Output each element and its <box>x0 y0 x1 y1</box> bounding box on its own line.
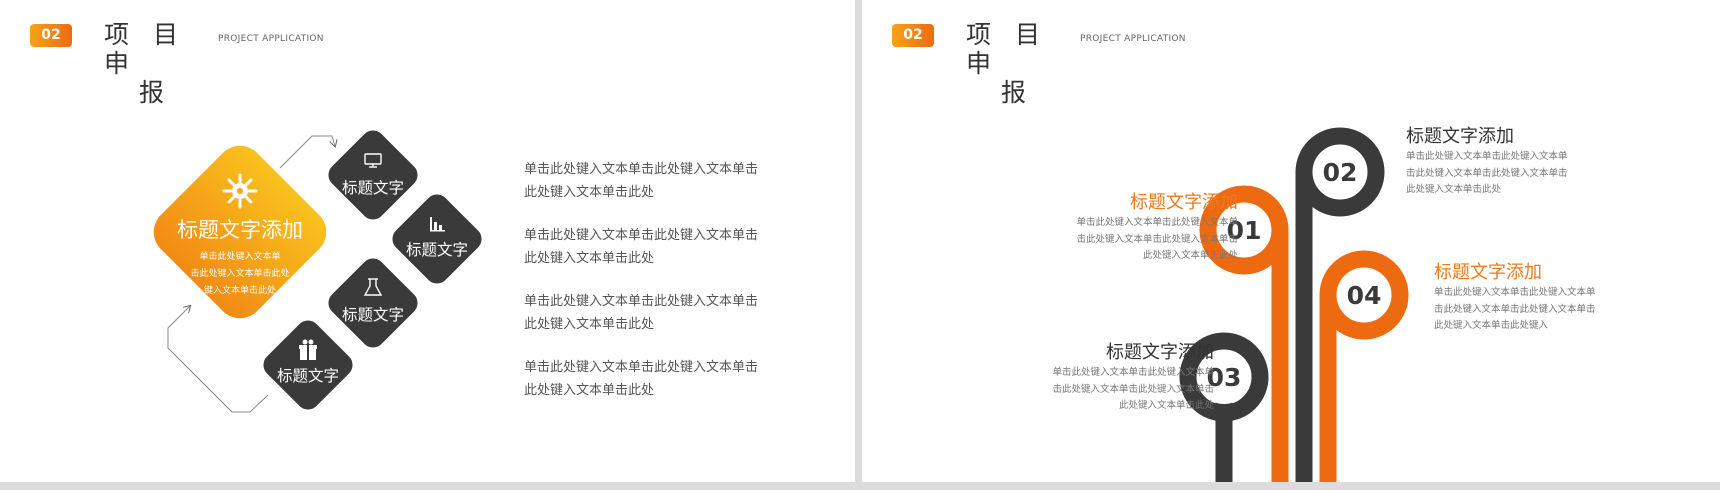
paragraph-3: 单击此处键入文本单击此处键入文本单击此处键入文本单击此处 <box>524 294 759 332</box>
slide-left: 02 项 目 申 报 PROJECT APPLICATION 标题文字添加 单击… <box>0 0 855 482</box>
tree-diagram: 03 01 02 04 <box>1179 127 1409 482</box>
item-03-body: 单击此处键入文本单击此处键入文本单击此处键入文本单击此处键入文本单击此处键入文本… <box>1052 367 1214 411</box>
item-01-title: 标题文字添加 <box>1130 192 1238 213</box>
svg-text:标题文字: 标题文字 <box>342 179 404 197</box>
main-diamond-line-3: 键入文本单击此处 <box>204 284 276 296</box>
paragraph-2: 单击此处键入文本单击此处键入文本单击此处键入文本单击此处 <box>524 228 759 266</box>
item-03-title: 标题文字添加 <box>1106 342 1214 363</box>
small-diamond-1: 标题文字 <box>328 130 418 220</box>
slide-right: 02 项 目 申 报 PROJECT APPLICATION 03 01 02 <box>862 0 1720 482</box>
paragraph-4: 单击此处键入文本单击此处键入文本单击此处键入文本单击此处 <box>524 360 759 398</box>
main-diamond-line-1: 单击此处键入文本单 <box>199 250 280 262</box>
virus-gear-icon <box>222 173 258 209</box>
item-04-title: 标题文字添加 <box>1434 262 1542 283</box>
small-diamond-3: 标题文字 <box>328 258 418 348</box>
small-diamond-4: 标题文字 <box>263 320 353 410</box>
paragraph-1: 单击此处键入文本单击此处键入文本单击此处键入文本单击此处 <box>524 162 759 200</box>
svg-text:标题文字: 标题文字 <box>406 241 468 259</box>
svg-text:标题文字: 标题文字 <box>342 306 404 324</box>
small-diamond-2: 标题文字 <box>392 194 482 284</box>
svg-text:标题文字: 标题文字 <box>277 367 339 385</box>
main-diamond-line-2: 击此处键入文本单击此处 <box>190 267 289 279</box>
node-04: 04 <box>1319 250 1409 482</box>
item-02-title: 标题文字添加 <box>1406 126 1514 147</box>
main-diamond-title: 标题文字添加 <box>177 218 303 242</box>
connector-arrow-bottom <box>167 306 269 413</box>
svg-text:04: 04 <box>1347 281 1382 310</box>
item-02-body: 单击此处键入文本单击此处键入文本单击此处键入文本单击此处键入文本单击此处键入文本… <box>1406 151 1568 195</box>
svg-text:02: 02 <box>1323 158 1358 187</box>
item-04-body: 单击此处键入文本单击此处键入文本单击此处键入文本单击此处键入文本单击此处键入文本… <box>1434 287 1596 331</box>
item-01-body: 单击此处键入文本单击此处键入文本单击此处键入文本单击此处键入文本单击此处键入文本… <box>1076 217 1238 261</box>
connector-arrow-top <box>279 135 335 169</box>
